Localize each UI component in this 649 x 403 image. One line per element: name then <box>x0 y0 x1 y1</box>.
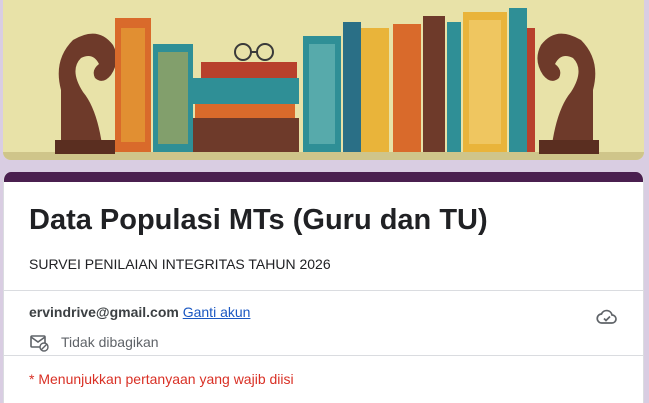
cloud-saved-icon[interactable] <box>595 305 619 329</box>
account-email-line: ervindrive@gmail.com Ganti akun <box>29 303 618 321</box>
card-accent-bar <box>4 172 643 182</box>
account-row: ervindrive@gmail.com Ganti akun Tidak di… <box>4 291 643 355</box>
header-banner <box>3 0 644 160</box>
form-header-card: Data Populasi MTs (Guru dan TU) SURVEI P… <box>3 172 644 403</box>
required-note: * Menunjukkan pertanyaan yang wajib diis… <box>29 371 294 387</box>
share-status: Tidak dibagikan <box>29 332 618 352</box>
mail-off-icon <box>29 332 49 352</box>
bookshelf-illustration <box>3 0 644 160</box>
account-email: ervindrive@gmail.com <box>29 304 179 320</box>
share-status-label: Tidak dibagikan <box>61 334 159 350</box>
form-title: Data Populasi MTs (Guru dan TU) <box>29 204 488 236</box>
form-subtitle: SURVEI PENILAIAN INTEGRITAS TAHUN 2026 <box>29 256 331 272</box>
switch-account-link[interactable]: Ganti akun <box>183 304 251 320</box>
